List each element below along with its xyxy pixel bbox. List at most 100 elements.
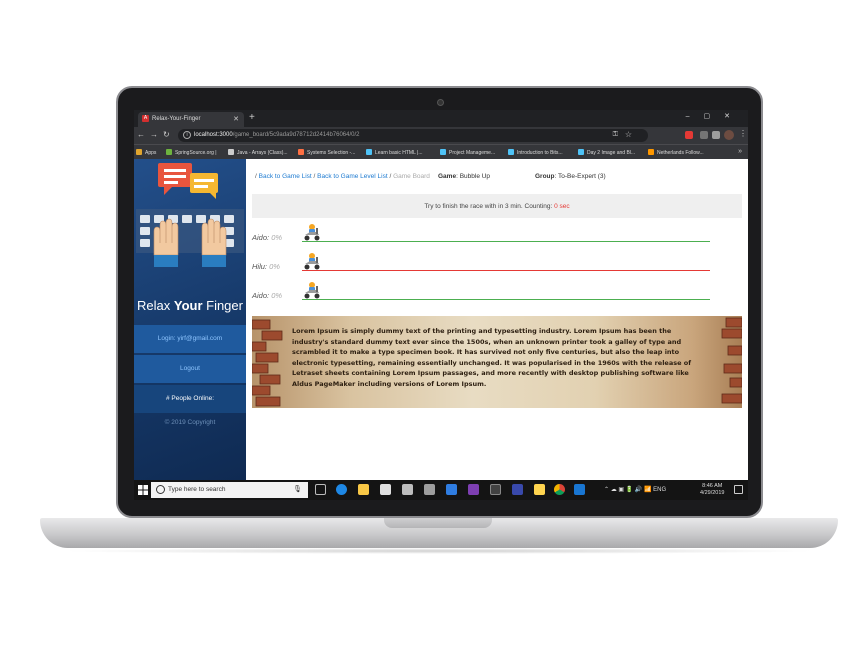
tab-title: Relax-Your-Finger [152, 116, 201, 122]
close-tab-icon[interactable]: ✕ [233, 115, 239, 123]
people-online: # People Online: [134, 385, 246, 413]
copyright: © 2019 Copyright [164, 419, 216, 426]
star-icon[interactable]: ☆ [625, 130, 632, 139]
laptop-screen: A Relax-Your-Finger ✕ + –▢✕ ← → ↻ i loca… [134, 110, 748, 500]
bookmark-item[interactable]: Systems Selection -... [298, 149, 355, 156]
brick-wall-left [252, 319, 283, 407]
bookmark-favicon-icon [578, 149, 584, 155]
racer-name: Aido: 0% [252, 291, 282, 300]
extension-red-icon[interactable] [685, 131, 693, 139]
bookmark-label: Learn basic HTML |... [375, 150, 423, 156]
bookmark-label: SpringSource.org | [175, 150, 217, 156]
bookmark-label: Day 2 Image and Bl... [587, 150, 636, 156]
back-arrow-icon[interactable]: ← [137, 130, 145, 139]
back-to-game-list-link[interactable]: Back to Game List [259, 173, 312, 180]
notification-icon[interactable] [734, 485, 743, 494]
brand-suffix: Finger [202, 298, 243, 313]
bookmark-favicon-icon [166, 149, 172, 155]
key-icon[interactable]: ⚿ [613, 131, 618, 139]
file-explorer-icon[interactable] [358, 484, 369, 495]
profile-avatar[interactable] [724, 130, 734, 140]
browser-tab-bar: A Relax-Your-Finger ✕ + –▢✕ [134, 110, 748, 127]
bookmark-item[interactable]: Java - Arrays (Class)... [228, 149, 288, 156]
url-path: /game_board/5c9ada9d78712d2414b76064/0/2 [232, 132, 360, 138]
race-track-line [302, 270, 710, 271]
info-icon[interactable]: i [183, 131, 191, 139]
forward-arrow-icon[interactable]: → [150, 130, 158, 139]
browser-tab[interactable]: A Relax-Your-Finger ✕ [138, 112, 244, 127]
extension-grey-icon[interactable] [700, 131, 708, 139]
bookmark-favicon-icon [228, 149, 234, 155]
bookmark-item[interactable]: Project Manageme... [440, 149, 495, 156]
address-bar[interactable]: i localhost:3000/game_board/5c9ada9d7871… [178, 129, 648, 142]
scooter-icon [304, 224, 320, 241]
timer-count: 0 sec [554, 203, 570, 210]
task-view-icon[interactable] [315, 484, 326, 495]
breadcrumb-current: Game Board [393, 173, 430, 180]
racer-percent: 0% [271, 291, 283, 300]
bookmark-favicon-icon [648, 149, 654, 155]
extension-light-icon[interactable] [712, 131, 720, 139]
clock-time: 8:46 AM [702, 483, 723, 489]
brand-title: Relax Your Finger [134, 298, 246, 313]
todo-icon[interactable] [446, 484, 457, 495]
bookmark-item[interactable]: SpringSource.org | [166, 149, 217, 156]
breadcrumb: / Back to Game List / Back to Game Level… [255, 173, 430, 180]
cortana-icon [156, 485, 165, 494]
lorem-banner: Lorem Ipsum is simply dummy text of the … [252, 316, 742, 408]
taskbar-clock[interactable]: 8:46 AM 4/29/2019 [700, 483, 724, 497]
windows-taskbar: Type here to search 🎙 ⌃ ☁ ▣ 🔋 🔊 📶 ENG 8:… [134, 480, 748, 500]
login-info[interactable]: Login: yirf@gmail.com [134, 325, 246, 353]
menu-kebab-icon[interactable]: ⋮ [739, 129, 747, 138]
store-icon[interactable] [380, 484, 391, 495]
keyboard-hands-logo-icon [136, 163, 244, 267]
microphone-icon[interactable]: 🎙 [293, 485, 302, 493]
bookmark-label: Netherlands Follow... [657, 150, 704, 156]
brick-wall-right [721, 317, 742, 404]
windows-start-icon[interactable] [138, 485, 148, 495]
terminal-icon[interactable] [490, 484, 501, 495]
reload-icon[interactable]: ↻ [163, 130, 170, 139]
url-host: localhost:3000 [194, 132, 233, 138]
chrome-icon[interactable] [554, 484, 565, 495]
browser-toolbar: ← → ↻ i localhost:3000/game_board/5c9ada… [134, 127, 748, 144]
calendar-icon[interactable] [424, 484, 435, 495]
new-tab-icon[interactable]: + [249, 112, 255, 123]
bookmark-item[interactable]: Learn basic HTML |... [366, 149, 423, 156]
racer-percent: 0% [269, 262, 280, 271]
racer-row: Hilu: 0% [252, 252, 722, 276]
vscode-icon[interactable] [574, 484, 585, 495]
bookmark-label: Java - Arrays (Class)... [237, 150, 288, 156]
language-indicator[interactable]: ENG [653, 487, 666, 493]
bookmark-favicon-icon [136, 149, 142, 155]
edge-icon[interactable] [336, 484, 347, 495]
group-label: Group [535, 173, 555, 180]
group-value: : To-Be-Expert (3) [554, 173, 606, 180]
breadcrumb-sep: / [255, 173, 257, 180]
window-controls[interactable]: –▢✕ [686, 112, 744, 120]
more-bookmarks-icon[interactable]: » [738, 148, 742, 155]
sticky-notes-icon[interactable] [534, 484, 545, 495]
bookmark-item[interactable]: Apps [136, 149, 156, 156]
bookmark-item[interactable]: Day 2 Image and Bl... [578, 149, 635, 156]
scooter-icon [304, 253, 320, 270]
race-track-line [302, 241, 710, 242]
breadcrumb-sep: / [313, 173, 316, 180]
brand-prefix: Relax [137, 298, 174, 313]
mail-icon[interactable] [402, 484, 413, 495]
taskbar-search-input[interactable]: Type here to search 🎙 [151, 482, 308, 498]
bookmark-item[interactable]: Netherlands Follow... [648, 149, 704, 156]
racer-row: Aido: 0% [252, 281, 722, 305]
back-to-level-list-link[interactable]: Back to Game Level List [317, 173, 387, 180]
system-tray[interactable]: ⌃ ☁ ▣ 🔋 🔊 📶 ENG [604, 486, 666, 493]
webcam [437, 99, 444, 106]
bookmark-label: Apps [145, 150, 157, 156]
teams-icon[interactable] [512, 484, 523, 495]
bookmark-item[interactable]: Introduction to Bits... [508, 149, 563, 156]
onenote-icon[interactable] [468, 484, 479, 495]
sidebar: Relax Your Finger Login: yirf@gmail.com … [134, 159, 246, 480]
bookmark-favicon-icon [440, 149, 446, 155]
game-label: Game [438, 173, 457, 180]
racer-percent: 0% [271, 233, 283, 242]
logout-button[interactable]: Logout [134, 355, 246, 383]
